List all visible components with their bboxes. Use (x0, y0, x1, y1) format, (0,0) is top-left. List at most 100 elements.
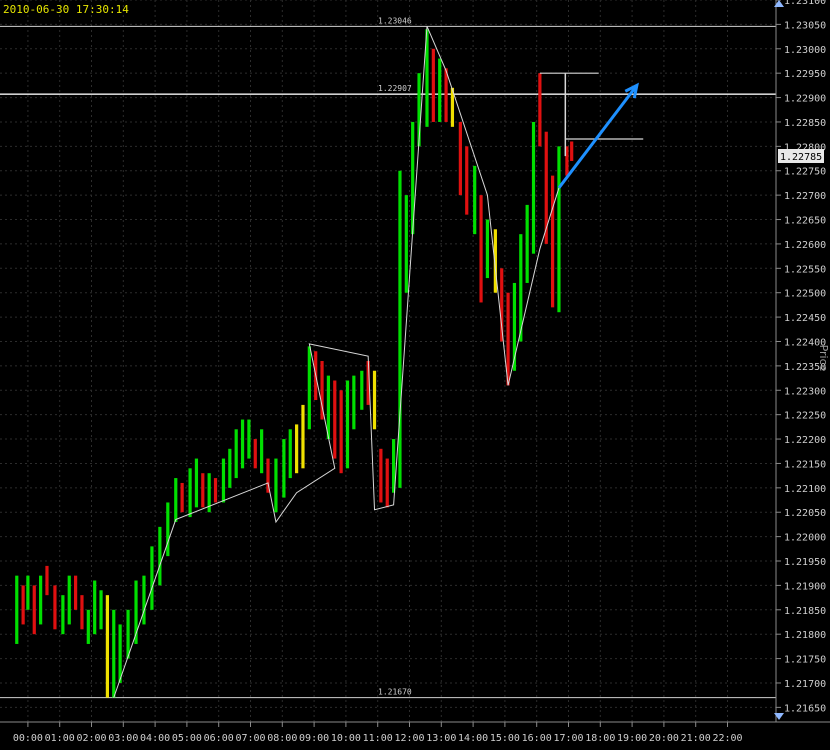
price-bar (188, 468, 192, 518)
y-tick-label: 1.21700 (784, 679, 826, 690)
price-bar (444, 68, 448, 122)
price-bar (26, 575, 30, 610)
price-bar (234, 429, 238, 479)
x-tick-label: 20:00 (649, 733, 679, 744)
price-bar (15, 575, 19, 644)
x-tick-label: 04:00 (140, 733, 170, 744)
price-bar (431, 48, 435, 122)
price-bar (45, 565, 49, 596)
y-tick-label: 1.21950 (784, 557, 826, 568)
y-tick-label: 1.22750 (784, 167, 826, 178)
price-bar (339, 390, 343, 474)
price-bar (194, 458, 199, 508)
x-tick-label: 19:00 (617, 733, 647, 744)
y-tick-label: 1.22600 (784, 240, 826, 251)
price-bar (112, 609, 116, 698)
y-tick-label: 1.23100 (784, 0, 826, 7)
y-tick-label: 1.22950 (784, 69, 826, 80)
price-bar (74, 575, 78, 610)
x-tick-label: 12:00 (394, 733, 424, 744)
price-bar (372, 370, 377, 430)
y-tick-label: 1.21750 (784, 655, 826, 666)
x-tick-label: 05:00 (172, 733, 202, 744)
y-tick-label: 1.22900 (784, 94, 826, 105)
x-tick-label: 21:00 (681, 733, 711, 744)
y-tick-label: 1.22300 (784, 386, 826, 397)
price-chart[interactable]: 1.23046 1.22907 1.21670 1.23100 1.23050 1.23… (0, 0, 830, 750)
y-tick-label: 1.21800 (784, 630, 826, 641)
price-bar (67, 575, 71, 625)
price-bar (333, 380, 337, 459)
y-tick-label: 1.22700 (784, 191, 826, 202)
x-tick-label: 02:00 (76, 733, 106, 744)
reference-line-label: 1.22907 (378, 84, 412, 93)
x-tick-label: 01:00 (45, 733, 75, 744)
price-bar (570, 141, 574, 161)
x-tick-label: 11:00 (363, 733, 393, 744)
price-bar (61, 595, 65, 635)
price-bar (228, 448, 232, 488)
price-bar (551, 175, 555, 308)
y-tick-label: 1.22650 (784, 216, 826, 227)
x-tick-label: 14:00 (458, 733, 488, 744)
y-tick-label: 1.22550 (784, 264, 826, 275)
price-bar (213, 478, 218, 503)
current-price-marker: 1.22785 (778, 149, 824, 163)
price-bar (274, 458, 278, 513)
x-tick-label: 03:00 (108, 733, 138, 744)
y-tick-label: 1.21650 (784, 703, 826, 714)
price-bar (288, 429, 292, 479)
x-tick-label: 13:00 (426, 733, 456, 744)
price-bar (398, 170, 402, 488)
price-bar (221, 458, 226, 503)
price-bar (39, 575, 43, 625)
price-bar (80, 595, 84, 630)
price-bar (105, 595, 109, 698)
price-bar (240, 419, 245, 469)
x-tick-label: 16:00 (522, 733, 552, 744)
price-bar (99, 590, 103, 630)
price-bar (118, 624, 122, 683)
price-bar (142, 575, 146, 625)
x-tick-label: 15:00 (490, 733, 520, 744)
price-bar (295, 424, 299, 474)
price-bar (458, 121, 462, 196)
price-bar (21, 585, 25, 625)
y-tick-label: 1.21900 (784, 581, 826, 592)
price-axis-title: Price (817, 345, 830, 372)
price-bar (247, 419, 251, 459)
price-bar (379, 448, 383, 503)
price-bar (385, 458, 389, 508)
x-tick-label: 06:00 (204, 733, 234, 744)
price-bar (438, 58, 442, 122)
price-bar (360, 370, 364, 410)
price-bar (301, 404, 305, 469)
x-tick-label: 07:00 (235, 733, 265, 744)
price-bar (282, 439, 286, 498)
price-bar (86, 609, 90, 644)
x-tick-label: 09:00 (299, 733, 329, 744)
x-tick-label: 00:00 (13, 733, 43, 744)
reference-line-label: 1.21670 (378, 688, 412, 697)
price-bar (150, 546, 154, 610)
price-bar (93, 580, 97, 635)
price-bar (345, 380, 350, 469)
y-tick-label: 1.22050 (784, 508, 826, 519)
y-tick-label: 1.22200 (784, 435, 826, 446)
chart-background (0, 0, 830, 750)
y-tick-label: 1.22150 (784, 459, 826, 470)
price-bar (404, 195, 408, 293)
price-bar (166, 502, 170, 557)
price-bar (260, 429, 264, 474)
price-bar (531, 121, 536, 254)
x-tick-label: 18:00 (585, 733, 615, 744)
price-bar (473, 165, 477, 235)
price-bar (465, 146, 469, 215)
price-bar (557, 146, 561, 313)
price-bar (53, 585, 57, 630)
reference-line-label: 1.23046 (378, 16, 412, 25)
x-tick-label: 17:00 (553, 733, 583, 744)
y-tick-label: 1.23050 (784, 20, 826, 31)
y-tick-label: 1.22250 (784, 411, 826, 422)
y-tick-label: 1.22450 (784, 313, 826, 324)
